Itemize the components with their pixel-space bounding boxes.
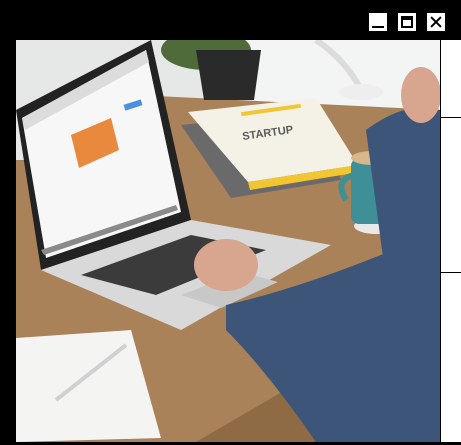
close-icon[interactable] — [427, 13, 445, 31]
maximize-icon[interactable] — [398, 13, 416, 31]
photo-viewport: STARTUP — [16, 40, 440, 442]
hand-on-trackpad — [194, 239, 258, 291]
title-bar — [2, 2, 461, 40]
workspace-photo: STARTUP — [16, 40, 440, 442]
app-window: STARTUP — [0, 0, 461, 445]
lamp-base — [339, 84, 383, 100]
right-scroll-panel[interactable] — [440, 40, 461, 442]
minimize-icon[interactable] — [369, 13, 387, 31]
hand-on-chin — [401, 67, 440, 123]
panel-divider — [441, 117, 461, 118]
plant-pot — [196, 50, 261, 100]
panel-divider — [441, 272, 461, 273]
